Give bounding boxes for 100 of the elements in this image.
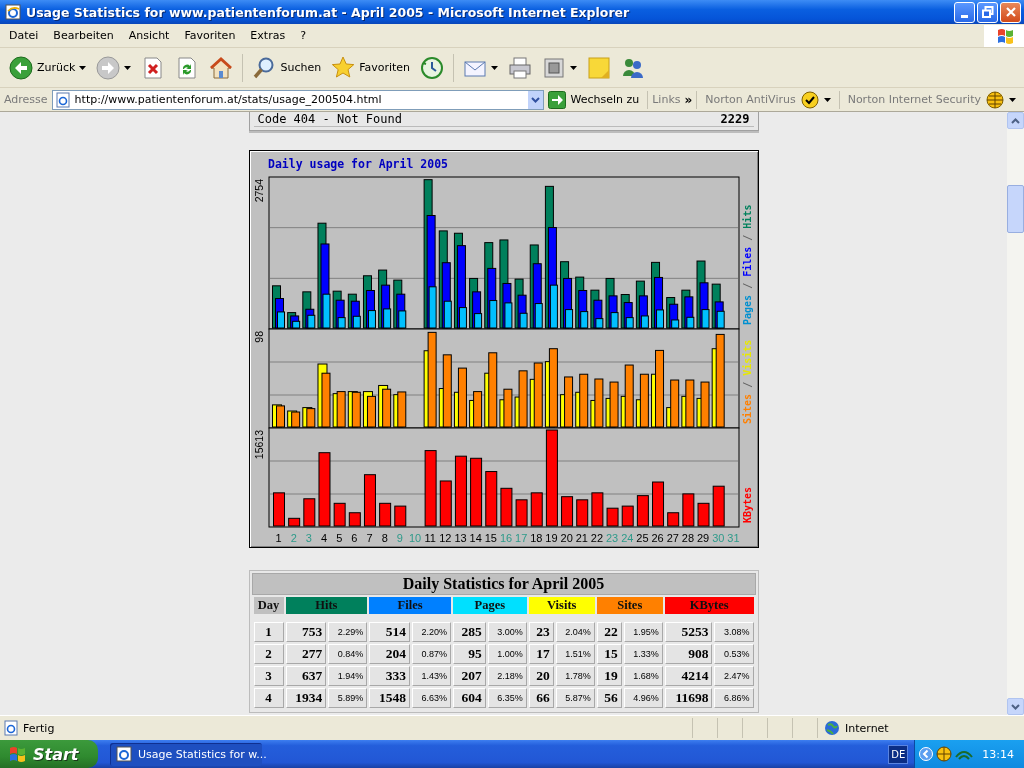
day-label: 5 <box>335 532 342 544</box>
day-label: 21 <box>575 532 588 544</box>
day-label: 13 <box>453 532 467 544</box>
table-cell: 2.20% <box>411 622 451 642</box>
axis-max-label: 2754 <box>252 179 265 203</box>
day-label: 9 <box>396 532 403 544</box>
day-label: 8 <box>381 532 388 544</box>
table-cell: 3.08% <box>714 622 754 642</box>
table-cell: 908 <box>664 644 713 664</box>
table-cell: 1.00% <box>487 644 527 664</box>
table-cell: 22 <box>596 622 622 642</box>
toolbar-link[interactable]: Norton AntiVirus <box>701 90 835 109</box>
day-label: 30 <box>711 532 724 544</box>
table-cell: 207 <box>452 666 486 686</box>
day-label: 26 <box>651 532 664 544</box>
table-cell: 1548 <box>369 688 410 708</box>
back-button[interactable]: Zurück <box>6 52 90 83</box>
more-links-button[interactable]: » <box>684 92 693 107</box>
table-cell: 1.51% <box>555 644 595 664</box>
day-label: 22 <box>590 532 603 544</box>
column-header: Visits <box>528 597 595 614</box>
table-cell: 1.78% <box>555 666 595 686</box>
table-cell: 6.86% <box>714 688 754 708</box>
chart-legend: Pages / Files / Hits <box>741 204 753 325</box>
day-label: 18 <box>529 532 542 544</box>
axis-max-label: 98 <box>252 331 265 343</box>
links-label[interactable]: Links <box>652 93 681 106</box>
table-cell: 753 <box>285 622 327 642</box>
table-cell: 2.18% <box>487 666 527 686</box>
day-label: 27 <box>666 532 679 544</box>
table-cell: 1.68% <box>623 666 663 686</box>
table-cell: 1 <box>253 622 284 642</box>
table-cell: 2.29% <box>328 622 368 642</box>
language-indicator[interactable]: DE <box>888 744 909 764</box>
table-cell: 0.87% <box>411 644 451 664</box>
menu-item[interactable]: ? <box>291 29 312 42</box>
search-button[interactable]: Suchen <box>249 52 325 83</box>
table-cell: 204 <box>369 644 410 664</box>
day-label: 23 <box>605 532 618 544</box>
column-header: Hits <box>285 597 368 614</box>
table-cell: 637 <box>285 666 327 686</box>
favorites-button[interactable]: Favoriten <box>328 52 414 83</box>
table-cell: 19 <box>596 666 622 686</box>
zone-label: Internet <box>845 721 889 735</box>
table-cell: 333 <box>369 666 410 686</box>
table-cell: 1934 <box>285 688 327 708</box>
table-cell: 0.84% <box>328 644 368 664</box>
day-label: 19 <box>544 532 558 544</box>
day-label: 24 <box>620 532 633 544</box>
day-label: 4 <box>320 532 327 544</box>
go-button[interactable]: Wechseln zu <box>548 90 644 109</box>
table-cell: 604 <box>452 688 486 708</box>
table-cell: 2.47% <box>714 666 754 686</box>
table-cell: 4 <box>253 688 284 708</box>
table-cell: 17 <box>528 644 554 664</box>
table-cell: 66 <box>528 688 554 708</box>
day-label: 14 <box>469 532 482 544</box>
day-label: 20 <box>560 532 573 544</box>
clock: 13:14 <box>982 747 1014 761</box>
table-cell: 15 <box>596 644 622 664</box>
table-cell: 1.33% <box>623 644 663 664</box>
day-label: 28 <box>681 532 694 544</box>
day-label: 10 <box>408 532 421 544</box>
chart-title: Daily usage for April 2005 <box>267 157 448 171</box>
column-header: Sites <box>596 597 663 614</box>
table-cell: 285 <box>452 622 486 642</box>
day-label: 29 <box>696 532 709 544</box>
day-label: 31 <box>726 532 740 544</box>
table-cell: 1.43% <box>411 666 451 686</box>
chart-legend: Sites / Visits <box>741 339 753 424</box>
table-cell: 4214 <box>664 666 713 686</box>
day-label: 2 <box>290 532 297 544</box>
start-button[interactable]: Start <box>0 740 98 768</box>
menu-item[interactable]: Favoriten <box>175 29 242 42</box>
table-cell: 11698 <box>664 688 713 708</box>
day-label: 3 <box>305 532 312 544</box>
day-label: 6 <box>350 532 357 544</box>
table-cell: 4.96% <box>623 688 663 708</box>
table-cell: 5253 <box>664 622 713 642</box>
table-cell: 277 <box>285 644 327 664</box>
table-cell: 23 <box>528 622 554 642</box>
table-cell: Code 404 - Not Found <box>257 112 402 126</box>
chart-legend: KBytes <box>741 486 753 523</box>
table-cell: 5.89% <box>328 688 368 708</box>
toolbar-link[interactable]: Norton Internet Security <box>843 90 1020 109</box>
column-header: Pages <box>452 597 527 614</box>
day-label: 1 <box>275 532 282 544</box>
address-field[interactable]: http://www.patientenforum.at/stats/usage_200504.html <box>51 89 545 110</box>
menu-item[interactable]: Datei <box>0 29 45 42</box>
menu-item[interactable]: Bearbeiten <box>44 29 120 42</box>
table-cell: 0.53% <box>714 644 754 664</box>
menu-item[interactable]: Extras <box>241 29 292 42</box>
table-cell: 3.00% <box>487 622 527 642</box>
day-label: 15 <box>484 532 497 544</box>
table-cell: 6.35% <box>487 688 527 708</box>
column-header: Files <box>369 597 451 614</box>
day-label: 7 <box>366 532 373 544</box>
menu-item[interactable]: Ansicht <box>119 29 176 42</box>
table-cell: 20 <box>528 666 554 686</box>
table-cell: 3 <box>253 666 284 686</box>
